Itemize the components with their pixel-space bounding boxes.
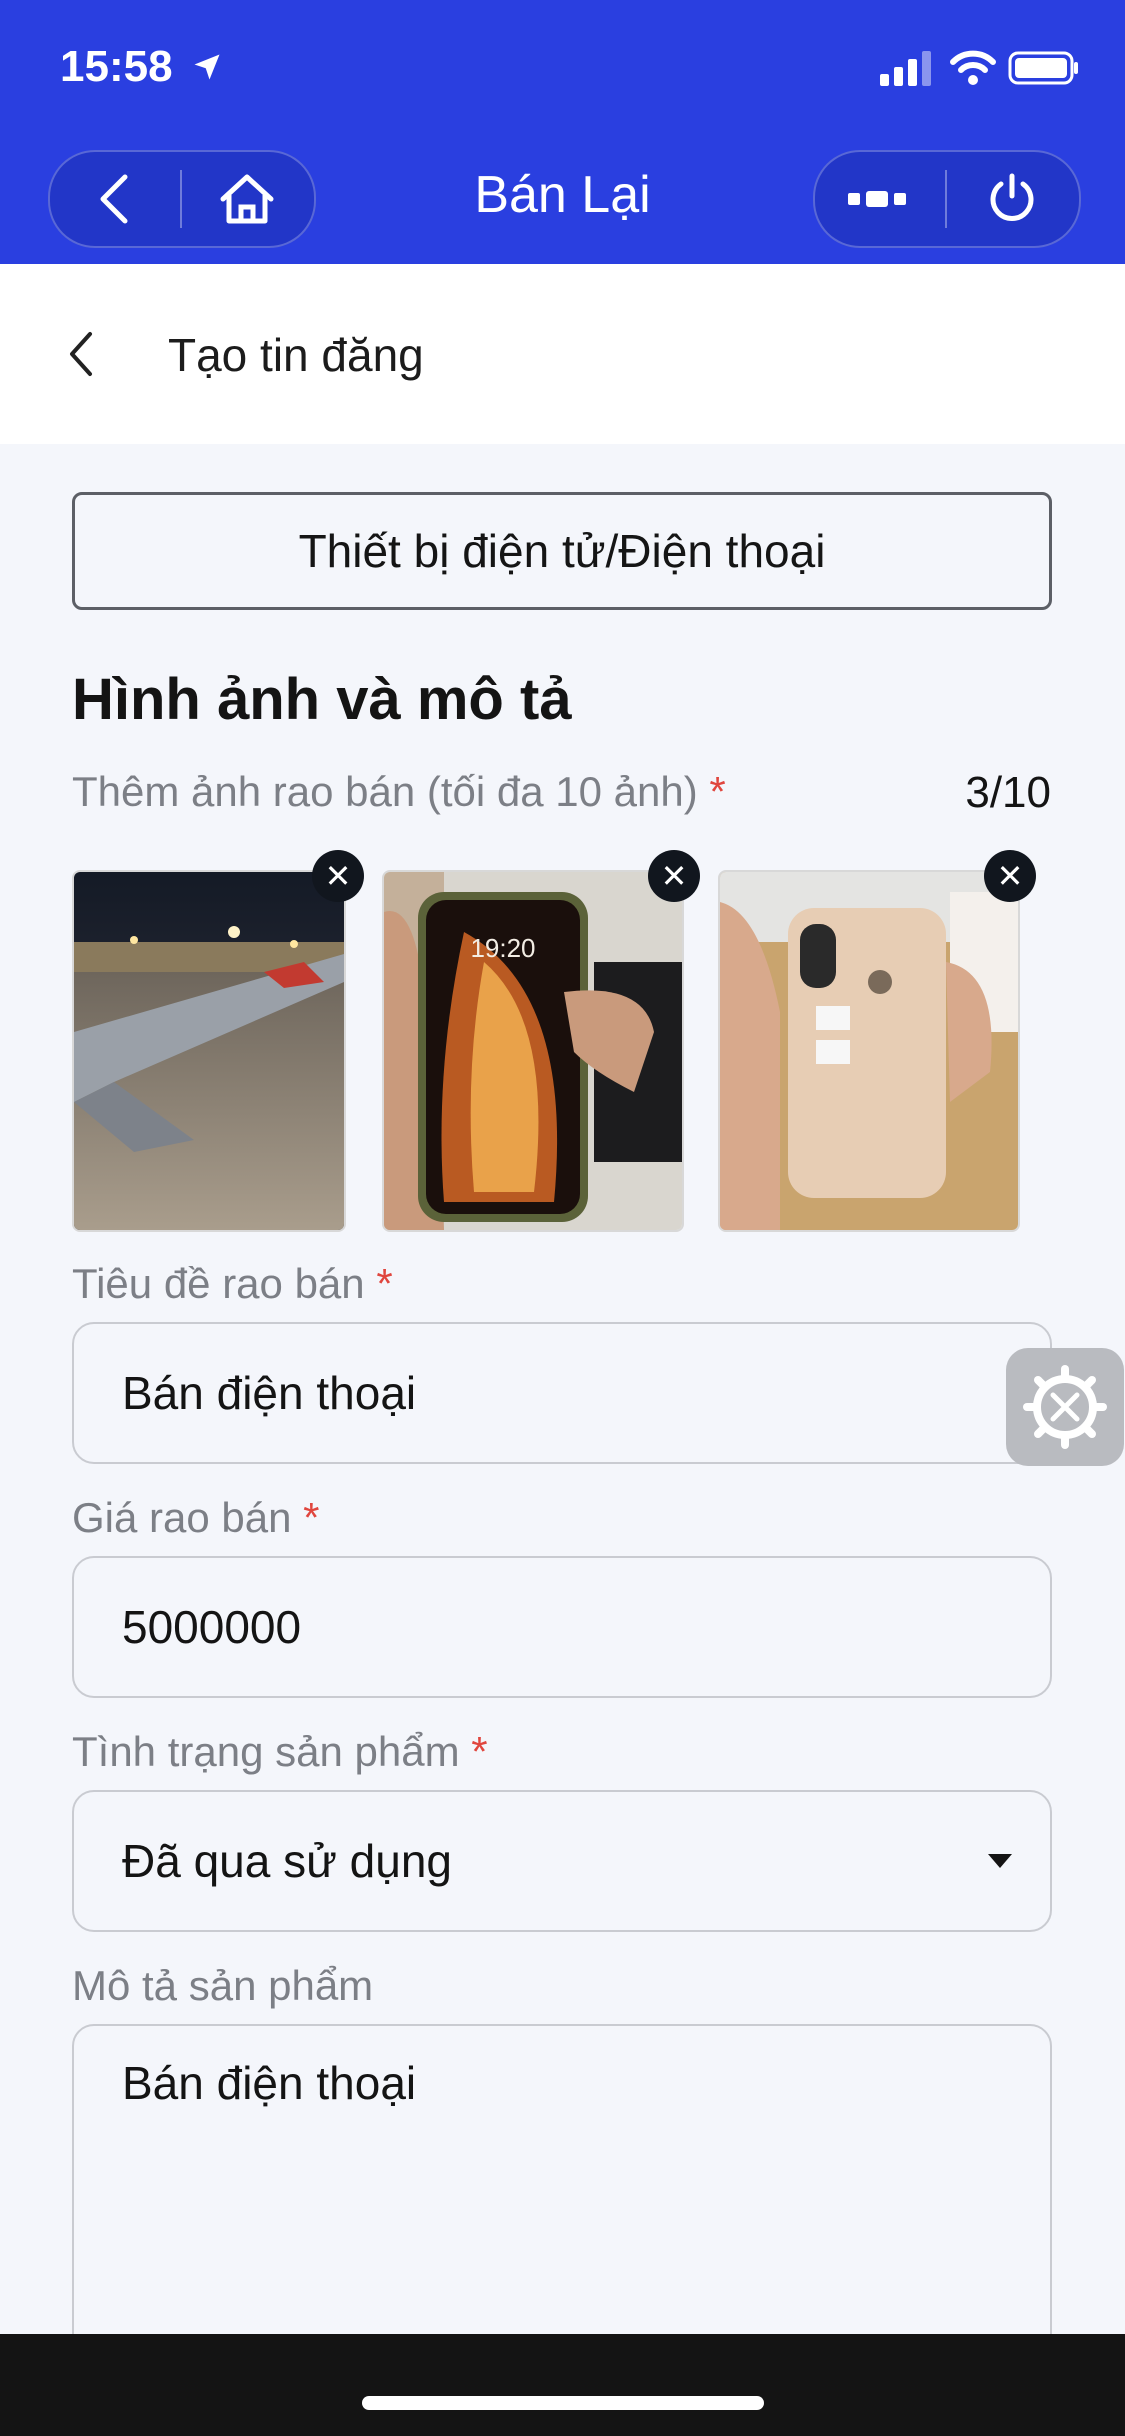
close-icon: ✕ bbox=[660, 858, 688, 894]
dropdown-caret-icon bbox=[988, 1854, 1012, 1868]
price-field-label: Giá rao bán * bbox=[72, 1494, 320, 1542]
title-input-value: Bán điện thoại bbox=[122, 1367, 417, 1419]
condition-field-label: Tình trạng sản phẩm * bbox=[72, 1728, 488, 1776]
image-thumbnail[interactable] bbox=[718, 870, 1020, 1232]
condition-select-value: Đã qua sử dụng bbox=[122, 1835, 453, 1887]
close-icon: ✕ bbox=[324, 858, 352, 894]
image-counter: 3/10 bbox=[965, 768, 1051, 817]
more-dots-icon bbox=[848, 191, 906, 207]
phone-time-text: 19:20 bbox=[470, 933, 535, 963]
required-mark: * bbox=[376, 1260, 393, 1307]
close-icon: ✕ bbox=[996, 858, 1024, 894]
cellular-signal-icon bbox=[880, 51, 931, 86]
page-title: Tạo tin đăng bbox=[168, 329, 424, 381]
phone-lockscreen-photo: 19:20 bbox=[384, 872, 682, 1230]
battery-icon bbox=[1008, 51, 1078, 85]
back-chevron-icon[interactable] bbox=[62, 324, 102, 384]
more-button[interactable] bbox=[815, 152, 945, 246]
airplane-wing-photo bbox=[74, 872, 344, 1230]
required-mark: * bbox=[303, 1494, 320, 1541]
remove-image-button[interactable]: ✕ bbox=[984, 850, 1036, 902]
title-input[interactable]: Bán điện thoại bbox=[72, 1322, 1052, 1464]
location-arrow-icon bbox=[194, 54, 220, 80]
status-time: 15:58 bbox=[60, 42, 173, 91]
category-button[interactable]: Thiết bị điện tử/Điện thoại bbox=[72, 492, 1052, 610]
description-field-label: Mô tả sản phẩm bbox=[72, 1962, 373, 2010]
condition-select[interactable]: Đã qua sử dụng bbox=[72, 1790, 1052, 1932]
page-header: Tạo tin đăng bbox=[0, 264, 1125, 444]
add-images-text: Thêm ảnh rao bán (tối đa 10 ảnh) bbox=[72, 768, 698, 815]
top-navigation-bar: 15:58 Bán Lại bbox=[0, 0, 1125, 264]
description-label-text: Mô tả sản phẩm bbox=[72, 1962, 374, 2009]
section-title: Hình ảnh và mô tả bbox=[72, 667, 572, 732]
description-textarea-value: Bán điện thoại bbox=[122, 2057, 417, 2109]
title-field-label: Tiêu đề rao bán * bbox=[72, 1260, 393, 1308]
title-label-text: Tiêu đề rao bán bbox=[72, 1260, 365, 1307]
remove-image-button[interactable]: ✕ bbox=[312, 850, 364, 902]
remove-image-button[interactable]: ✕ bbox=[648, 850, 700, 902]
required-mark: * bbox=[709, 768, 726, 815]
bottom-bar bbox=[0, 2334, 1125, 2436]
required-mark: * bbox=[471, 1728, 488, 1775]
gold-phone-photo bbox=[720, 872, 1018, 1230]
image-thumbnail[interactable]: 19:20 bbox=[382, 870, 684, 1232]
home-indicator[interactable] bbox=[362, 2396, 764, 2410]
power-button[interactable] bbox=[947, 152, 1077, 246]
price-input[interactable]: 5000000 bbox=[72, 1556, 1052, 1698]
price-label-text: Giá rao bán bbox=[72, 1494, 292, 1541]
power-icon bbox=[990, 173, 1034, 221]
gear-tools-icon bbox=[1023, 1365, 1107, 1449]
image-thumbnail[interactable] bbox=[72, 870, 346, 1232]
price-input-value: 5000000 bbox=[122, 1601, 302, 1653]
floating-settings-button[interactable] bbox=[1006, 1348, 1124, 1466]
nav-right-controls bbox=[813, 150, 1081, 248]
wifi-icon bbox=[950, 50, 996, 85]
condition-label-text: Tình trạng sản phẩm bbox=[72, 1728, 460, 1775]
add-images-label: Thêm ảnh rao bán (tối đa 10 ảnh) * bbox=[72, 768, 726, 816]
description-textarea[interactable]: Bán điện thoại bbox=[72, 2024, 1052, 2364]
